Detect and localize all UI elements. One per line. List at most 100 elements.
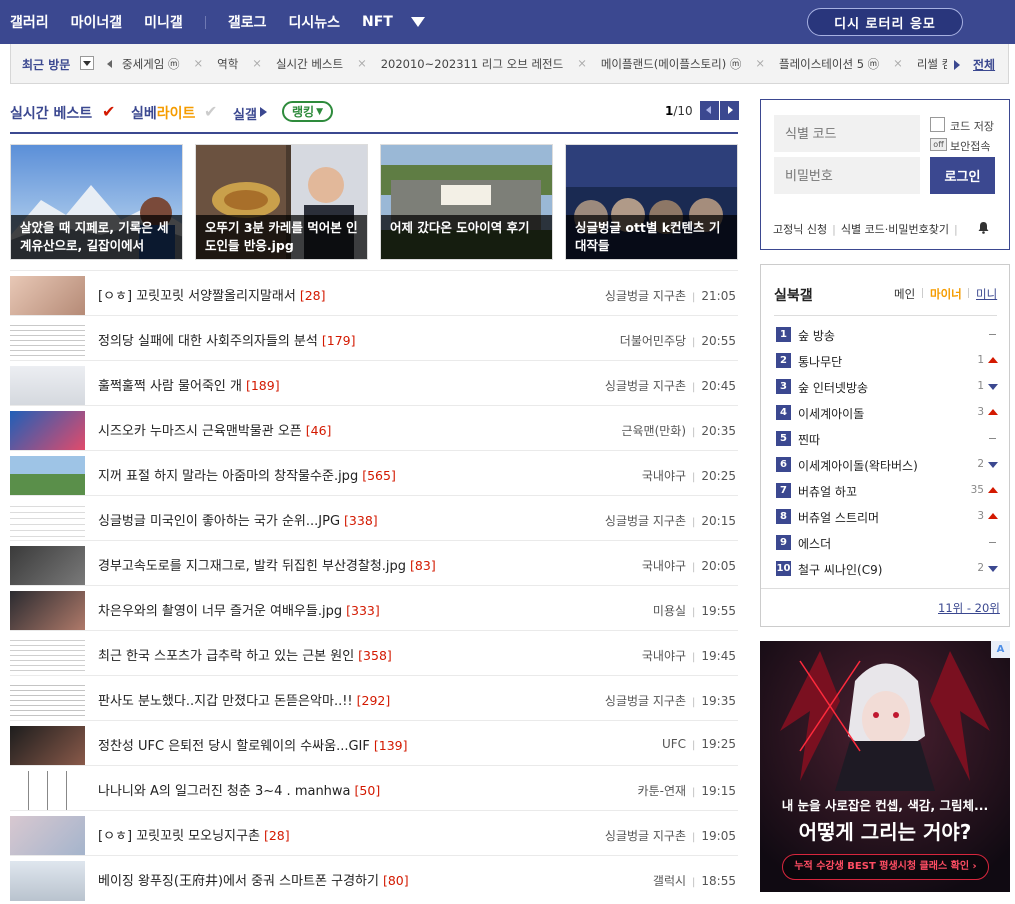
gallery-name[interactable]: 근육맨(만화): [621, 424, 686, 438]
remove-icon[interactable]: ×: [755, 56, 765, 72]
fixed-nick-link[interactable]: 고정닉 신청: [773, 223, 827, 236]
gallery-name[interactable]: 이세계아이돌: [798, 405, 864, 422]
nav-more-caret-icon[interactable]: [410, 17, 425, 27]
remove-icon[interactable]: ×: [252, 56, 262, 72]
post-title[interactable]: 경부고속도로를 지그재그로, 발칵 뒤집힌 부산경찰청.jpg [83]: [98, 555, 436, 574]
gallery-name[interactable]: 국내야구: [642, 559, 686, 573]
gallery-name[interactable]: 버츄얼 스트리머: [798, 509, 879, 526]
ranking-item[interactable]: 10 철구 씨나인(C9) 2: [776, 558, 998, 584]
tab-best-light[interactable]: 실베라이트: [131, 103, 195, 123]
ranking-item[interactable]: 6 이세계아이돌(왁타버스) 2: [776, 454, 998, 480]
prev-page-button[interactable]: [700, 101, 719, 120]
ranking-item[interactable]: 3 숲 인터넷방송 1: [776, 376, 998, 402]
password-input[interactable]: [774, 157, 920, 194]
next-ranks-link[interactable]: 11위 - 20위: [938, 600, 1000, 616]
post-title[interactable]: 판사도 분노했다..지갑 만졌다고 돈뜯은악마..!! [292]: [98, 690, 390, 709]
remove-icon[interactable]: ×: [893, 56, 903, 72]
thumbnail-card[interactable]: 오뚜기 3분 카레를 먹어본 인도인들 반응.jpg: [195, 144, 368, 260]
gallery-name[interactable]: 버츄얼 하꼬: [798, 483, 857, 500]
advertisement-banner[interactable]: A 내 눈을 사로잡은 컨셉, 색감, 그림체... 어떻게 그리는 거야? 누…: [760, 641, 1010, 892]
gallery-name[interactable]: 싱글벙글 지구촌: [605, 379, 686, 393]
ranking-item[interactable]: 8 버츄얼 스트리머 3: [776, 506, 998, 532]
gallery-name[interactable]: 이세계아이돌(왁타버스): [798, 457, 918, 474]
tab-realgal[interactable]: 실갤: [233, 104, 257, 123]
ranking-dropdown[interactable]: 랭킹 ▼: [282, 101, 333, 122]
list-item[interactable]: 정찬성 UFC 은퇴전 당시 할로웨이의 수싸움...GIF [139] UFC | 1…: [10, 720, 738, 766]
list-item[interactable]: 판사도 분노했다..지갑 만졌다고 돈뜯은악마..!! [292] 싱글벙글 지구촌…: [10, 675, 738, 721]
recent-prev-arrow-icon[interactable]: [107, 60, 112, 68]
post-title[interactable]: [ㅇㅎ] 꼬릿꼬릿 모오닝지구촌 [28]: [98, 825, 290, 844]
recent-item[interactable]: 플레이스테이션 5 ⓜ: [779, 56, 879, 72]
tab-realtime-best[interactable]: 실시간 베스트: [10, 103, 92, 123]
gallery-name[interactable]: 국내야구: [642, 469, 686, 483]
list-item[interactable]: 시즈오카 누마즈시 근육맨박물관 오픈 [46] 근육맨(만화) | 20:35: [10, 405, 738, 451]
gallery-name[interactable]: 숲 방송: [798, 327, 835, 344]
list-item[interactable]: [ㅇㅎ] 꼬릿꼬릿 모오닝지구촌 [28] 싱글벙글 지구촌 | 19:05: [10, 810, 738, 856]
post-title[interactable]: 지꺼 표절 하지 말라는 아줌마의 창작물수준.jpg [565]: [98, 465, 396, 484]
recent-next-arrow-icon[interactable]: [954, 60, 960, 70]
gallery-name[interactable]: 카툰-연재: [638, 784, 687, 798]
post-title[interactable]: 최근 한국 스포츠가 급추락 하고 있는 근본 원인 [358]: [98, 645, 392, 664]
list-item[interactable]: 싱글벙글 미국인이 좋아하는 국가 순위...JPG [338] 싱글벙글 지구촌 |…: [10, 495, 738, 541]
gallery-name[interactable]: 찐따: [798, 431, 820, 448]
nav-dcnews[interactable]: 디시뉴스: [288, 12, 340, 32]
recent-dropdown-button[interactable]: [80, 56, 94, 70]
post-title[interactable]: [ㅇㅎ] 꼬릿꼬릿 서양짤올리지말래서 [28]: [98, 285, 325, 304]
gallery-name[interactable]: 숲 인터넷방송: [798, 379, 868, 396]
gallery-name[interactable]: 싱글벙글 지구촌: [605, 694, 686, 708]
remove-icon[interactable]: ×: [577, 56, 587, 72]
find-account-link[interactable]: 식별 코드·비밀번호찾기: [841, 223, 949, 236]
recent-item[interactable]: 리썰 컴퍼니: [917, 56, 947, 72]
list-item[interactable]: 훌쩍훌쩍 사람 물어죽인 개 [189] 싱글벙글 지구촌 | 20:45: [10, 360, 738, 406]
nav-nft[interactable]: NFT: [362, 14, 393, 30]
list-item[interactable]: 최근 한국 스포츠가 급추락 하고 있는 근본 원인 [358] 국내야구 | 19:4…: [10, 630, 738, 676]
save-code-checkbox[interactable]: [930, 117, 945, 132]
gallery-name[interactable]: 국내야구: [642, 649, 686, 663]
nav-gallery[interactable]: 갤러리: [10, 12, 49, 32]
ranking-item[interactable]: 7 버츄얼 하꼬 35: [776, 480, 998, 506]
gallery-name[interactable]: 싱글벙글 지구촌: [605, 514, 686, 528]
thumbnail-card[interactable]: 살았을 때 지페로, 기록은 세계유산으로, 길잡이에서: [10, 144, 183, 260]
list-item[interactable]: 지꺼 표절 하지 말라는 아줌마의 창작물수준.jpg [565] 국내야구 | 20:…: [10, 450, 738, 496]
gallery-name[interactable]: 더불어민주당: [620, 334, 686, 348]
ranking-item[interactable]: 1 숲 방송: [776, 324, 998, 350]
ranking-item[interactable]: 5 찐따: [776, 428, 998, 454]
gallery-name[interactable]: 미용실: [653, 604, 686, 618]
list-item[interactable]: 경부고속도로를 지그재그로, 발칵 뒤집힌 부산경찰청.jpg [83] 국내야구 |…: [10, 540, 738, 586]
tab-minor[interactable]: 마이너: [930, 286, 962, 302]
id-code-input[interactable]: [774, 115, 920, 152]
tab-main[interactable]: 메인: [894, 286, 915, 302]
list-item[interactable]: 정의당 실패에 대한 사회주의자들의 분석 [179] 더불어민주당 | 20:55: [10, 315, 738, 361]
nav-minor-gallery[interactable]: 마이너갤: [71, 12, 123, 32]
post-title[interactable]: 싱글벙글 미국인이 좋아하는 국가 순위...JPG [338]: [98, 510, 378, 529]
list-item[interactable]: 차은우와의 촬영이 너무 즐거운 여배우들.jpg [333] 미용실 | 19:55: [10, 585, 738, 631]
thumbnail-card[interactable]: 싱글벙글 ott별 k컨텐츠 기대작들: [565, 144, 738, 260]
login-button[interactable]: 로그인: [930, 157, 995, 194]
post-title[interactable]: 훌쩍훌쩍 사람 물어죽인 개 [189]: [98, 375, 280, 394]
ranking-item[interactable]: 9 에스더: [776, 532, 998, 558]
nav-gallog[interactable]: 갤로그: [228, 12, 267, 32]
list-item[interactable]: 나나니와 A의 일그러진 청춘 3~4 . manhwa [50] 카툰-연재 | 19…: [10, 765, 738, 811]
lottery-button[interactable]: 디시 로터리 응모: [807, 8, 963, 36]
remove-icon[interactable]: ×: [193, 56, 203, 72]
recent-item[interactable]: 역학: [217, 56, 238, 72]
post-title[interactable]: 시즈오카 누마즈시 근육맨박물관 오픈 [46]: [98, 420, 331, 439]
ad-choices-icon[interactable]: A: [991, 641, 1010, 658]
post-title[interactable]: 베이징 왕푸징(王府井)에서 중궈 스마트폰 구경하기 [80]: [98, 870, 409, 889]
recent-item[interactable]: 실시간 베스트: [276, 56, 343, 72]
secure-toggle[interactable]: off: [930, 138, 947, 151]
gallery-name[interactable]: 통나무단: [798, 353, 842, 370]
recent-item[interactable]: 메이플랜드(메이플스토리) ⓜ: [601, 56, 742, 72]
list-item[interactable]: 베이징 왕푸징(王府井)에서 중궈 스마트폰 구경하기 [80] 갤럭시 | 18:55: [10, 855, 738, 901]
gallery-name[interactable]: UFC: [662, 737, 686, 751]
post-title[interactable]: 차은우와의 촬영이 너무 즐거운 여배우들.jpg [333]: [98, 600, 380, 619]
ranking-item[interactable]: 4 이세계아이돌 3: [776, 402, 998, 428]
thumbnail-card[interactable]: 어제 갔다온 도아이역 후기: [380, 144, 553, 260]
gallery-name[interactable]: 싱글벙글 지구촌: [605, 829, 686, 843]
nav-mini-gallery[interactable]: 미니갤: [144, 12, 183, 32]
bell-icon[interactable]: [977, 221, 990, 234]
tab-mini[interactable]: 미니: [976, 286, 997, 302]
post-title[interactable]: 정의당 실패에 대한 사회주의자들의 분석 [179]: [98, 330, 355, 349]
recent-item[interactable]: 202010~202311 리그 오브 레전드: [381, 56, 563, 72]
gallery-name[interactable]: 철구 씨나인(C9): [798, 561, 882, 578]
